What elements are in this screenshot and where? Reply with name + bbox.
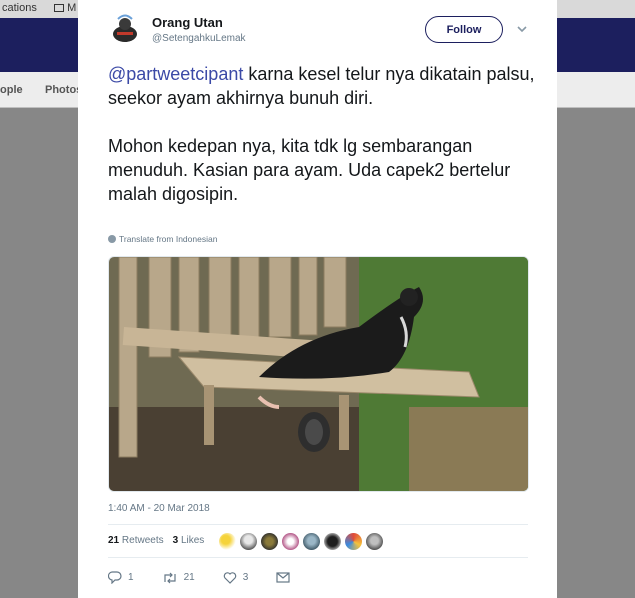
divider: [108, 524, 528, 525]
background-tab-photos: Photos: [45, 84, 83, 96]
author-name[interactable]: Orang Utan: [152, 15, 223, 30]
liker-avatar[interactable]: [324, 533, 341, 550]
tweet-photo[interactable]: [108, 256, 529, 492]
translate-link[interactable]: Translate from Indonesian: [108, 234, 217, 244]
heart-icon: [223, 571, 236, 584]
envelope-icon: [54, 4, 64, 12]
author-handle[interactable]: @SetengahkuLemak: [152, 33, 246, 44]
reply-button[interactable]: 1: [108, 571, 134, 584]
liker-avatar[interactable]: [345, 533, 362, 550]
background-tab-people: ople: [0, 84, 23, 96]
direct-message-button[interactable]: [276, 572, 290, 583]
tweet-stats: 21 Retweets 3 Likes: [108, 535, 204, 546]
mention-link[interactable]: @partweetcipant: [108, 64, 243, 84]
tweet-paragraph-1: @partweetcipant karna kesel telur nya di…: [108, 64, 535, 108]
liker-avatar[interactable]: [282, 533, 299, 550]
globe-icon: [108, 235, 116, 243]
liker-avatar[interactable]: [240, 533, 257, 550]
tweet-paragraph-2: Mohon kedepan nya, kita tdk lg sembarang…: [108, 136, 511, 204]
retweets-stat[interactable]: 21 Retweets: [108, 535, 164, 546]
liker-avatar[interactable]: [366, 533, 383, 550]
retweet-button[interactable]: 21: [162, 572, 195, 584]
liker-avatar[interactable]: [261, 533, 278, 550]
chevron-down-icon[interactable]: [515, 22, 529, 36]
liker-avatar[interactable]: [219, 533, 236, 550]
author-avatar[interactable]: [108, 12, 142, 46]
liker-avatar[interactable]: [303, 533, 320, 550]
likes-stat[interactable]: 3 Likes: [173, 535, 205, 546]
tweet-timestamp: 1:40 AM - 20 Mar 2018: [108, 503, 210, 514]
tweet-text: @partweetcipant karna kesel telur nya di…: [108, 62, 538, 206]
envelope-icon: [276, 572, 290, 583]
background-nav-messages: M: [54, 2, 76, 14]
likers-avatars: [219, 533, 383, 550]
follow-button[interactable]: Follow: [425, 16, 503, 43]
tweet-permalink-modal: Orang Utan @SetengahkuLemak Follow @part…: [78, 0, 557, 598]
retweet-icon: [163, 572, 176, 583]
background-nav-notifications: cations: [2, 2, 37, 14]
tweet-actions: 1 21 3: [108, 571, 318, 584]
divider: [108, 557, 528, 558]
reply-icon: [108, 571, 122, 584]
like-button[interactable]: 3: [223, 571, 248, 584]
